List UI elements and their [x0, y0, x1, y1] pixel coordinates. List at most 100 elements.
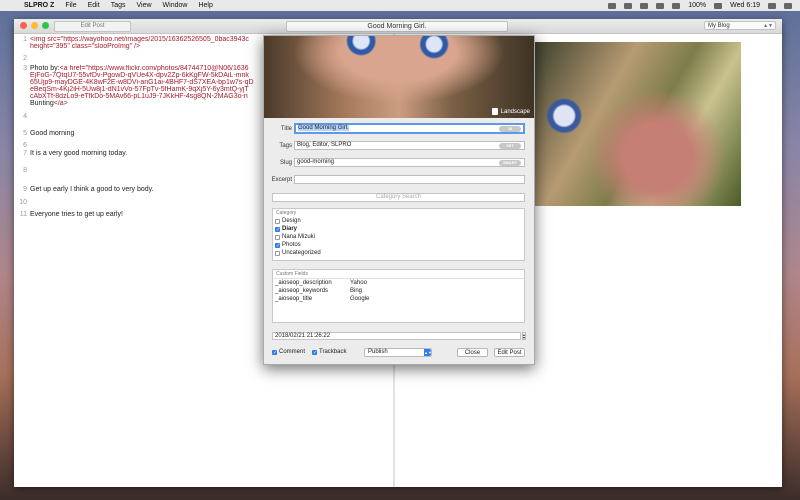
category-item[interactable]: Uncategorized: [273, 249, 524, 257]
line-text: Good morning: [30, 130, 75, 137]
category-checkbox[interactable]: ✓: [275, 242, 280, 248]
tags-input[interactable]: Blog, Editor, SLPRO: [294, 141, 525, 150]
slug-label: Slug: [279, 160, 292, 166]
featured-image[interactable]: Landscape: [264, 36, 534, 118]
category-checkbox[interactable]: [275, 218, 280, 224]
line-text: Bunting: [30, 100, 54, 107]
edit-post-button[interactable]: Edit Post: [494, 348, 525, 357]
evernote-icon[interactable]: [624, 2, 633, 9]
category-label: Nana Mizuki: [282, 234, 316, 240]
date-field[interactable]: 2018/02/21 21:26:22: [272, 332, 521, 340]
slug-input[interactable]: good-morning: [294, 158, 525, 167]
clock-icon[interactable]: [640, 2, 649, 9]
line-text: EjFoG-7QtqU7-55vfDv-PgowD-qVUe4X-dpv2Zp-…: [30, 72, 249, 79]
custom-field-row[interactable]: _aioseop_description Yahoo: [273, 279, 524, 287]
category-checkbox[interactable]: ✓: [275, 226, 280, 232]
edit-post-panel: Landscape Title Good Morning Girl. 18 Ta…: [263, 35, 535, 365]
slug-smart-button[interactable]: SMART: [499, 160, 521, 166]
custom-field-row[interactable]: _aioseop_keywords Bing: [273, 287, 524, 295]
category-item[interactable]: Nana Mizuki: [273, 233, 524, 241]
category-item[interactable]: Design: [273, 217, 524, 225]
category-item[interactable]: ✓ Diary: [273, 225, 524, 233]
menu-app-name[interactable]: SLPRO Z: [24, 2, 54, 9]
post-status-select[interactable]: Publish ▲▼: [364, 348, 432, 357]
edit-post-toolbar-button[interactable]: Edit Post: [54, 21, 131, 32]
comment-checkbox[interactable]: ✓: [272, 349, 277, 355]
excerpt-input[interactable]: [294, 175, 525, 184]
line-text: cAbXTf-8dzLo9-eTfkDo-5MAv66-pL1uJ9-7JKkH…: [30, 93, 248, 100]
comment-label: Comment: [279, 349, 306, 355]
line-number: [14, 79, 30, 86]
battery-icon[interactable]: [714, 2, 723, 9]
line-text: It is a very good morning today.: [30, 150, 128, 157]
menu-view[interactable]: View: [136, 2, 151, 9]
dropbox-icon[interactable]: [608, 2, 617, 9]
line-number: 6: [23, 142, 27, 149]
custom-fields-table: Custom Fields _aioseop_description Yahoo _…: [272, 269, 525, 323]
category-label: Uncategorized: [282, 250, 321, 256]
minimize-window-button[interactable]: [31, 22, 38, 29]
custom-field-value: Google: [350, 296, 370, 302]
line-text: height="395" class="slooProImg" />: [30, 43, 141, 50]
blog-select[interactable]: My Blog ▲▼: [704, 21, 776, 30]
category-item[interactable]: ✓ Photos: [273, 241, 524, 249]
menu-file[interactable]: File: [65, 2, 76, 9]
category-header: Category: [276, 210, 297, 216]
close-window-button[interactable]: [20, 22, 27, 29]
custom-field-key: _aioseop_title: [275, 296, 313, 302]
wifi-icon[interactable]: [656, 2, 665, 9]
line-number: 2: [23, 55, 27, 62]
notification-icon[interactable]: [784, 2, 792, 9]
menu-tags[interactable]: Tags: [111, 2, 126, 9]
tags-label: Tags: [279, 143, 292, 149]
title-input[interactable]: Good Morning Girl.: [294, 123, 525, 134]
menu-window[interactable]: Window: [163, 2, 188, 9]
category-label: Diary: [282, 226, 298, 232]
date-stepper[interactable]: ▴ ▾: [522, 332, 526, 340]
line-text: <a href="https://www.flickr.com/photos/8…: [59, 65, 249, 72]
orientation-badge: Landscape: [491, 108, 530, 115]
trackback-label: Trackback: [319, 349, 347, 355]
category-checkbox[interactable]: [275, 250, 280, 256]
custom-field-key: _aioseop_description: [275, 280, 332, 286]
status-area: 100% Wed 6:19: [608, 0, 792, 11]
line-number: 3: [23, 65, 27, 72]
line-number: 9: [23, 186, 27, 193]
category-label: Photos: [282, 242, 301, 248]
title-bar: Edit Post Good Morning Girl. My Blog ▲▼: [14, 19, 782, 34]
chevron-updown-icon: ▲▼: [763, 23, 773, 29]
line-number: 10: [19, 199, 27, 206]
line-number: 7: [23, 150, 27, 157]
custom-field-row[interactable]: _aioseop_title Google: [273, 295, 524, 303]
preview-image: [533, 42, 741, 206]
custom-field-value: Bing: [350, 288, 363, 294]
line-text: Photo by:: [30, 65, 60, 72]
category-checkbox[interactable]: [275, 234, 280, 240]
trackback-option[interactable]: ✓ Trackback: [312, 349, 346, 355]
excerpt-label: Excerpt: [271, 177, 292, 183]
line-number: 1: [23, 36, 27, 43]
title-count-badge: 18: [499, 126, 521, 132]
menu-edit[interactable]: Edit: [88, 2, 100, 9]
zoom-window-button[interactable]: [42, 22, 49, 29]
battery-percent[interactable]: 100%: [688, 2, 706, 9]
trackback-checkbox[interactable]: ✓: [312, 349, 317, 355]
line-number: [14, 72, 30, 79]
clock[interactable]: Wed 6:19: [730, 2, 760, 9]
line-number: 11: [19, 211, 27, 218]
close-button[interactable]: Close: [457, 348, 488, 357]
menu-help[interactable]: Help: [198, 2, 212, 9]
line-number: [14, 43, 30, 50]
document-title-field[interactable]: Good Morning Girl.: [286, 21, 508, 32]
volume-icon[interactable]: [672, 2, 681, 9]
title-input-value: Good Morning Girl.: [298, 125, 349, 131]
custom-fields-header: Custom Fields: [273, 270, 524, 279]
custom-field-value: Yahoo: [350, 280, 367, 286]
tags-set-button[interactable]: SET: [499, 143, 521, 149]
comment-option[interactable]: ✓ Comment: [272, 349, 305, 355]
search-icon[interactable]: [768, 2, 776, 9]
category-search-input[interactable]: Category Search: [272, 193, 525, 202]
line-number: 5: [23, 130, 27, 137]
post-status-value: Publish: [368, 349, 388, 355]
line-text: Get up early I think a good to very body…: [30, 186, 154, 193]
